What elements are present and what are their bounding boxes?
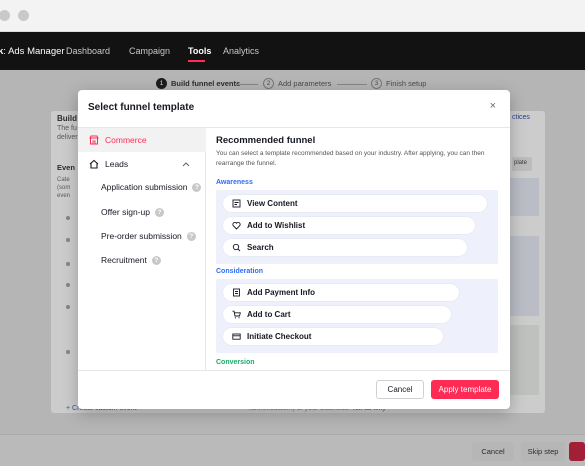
lead-item-label: Recruitment <box>101 255 147 265</box>
lead-item-pre-order-submission[interactable]: Pre-order submission ? <box>101 231 196 241</box>
event-add-to-wishlist[interactable]: Add to Wishlist <box>223 217 475 234</box>
event-add-payment-info[interactable]: Add Payment Info <box>223 284 459 301</box>
nav-tools[interactable]: Tools <box>188 46 211 56</box>
divider <box>78 370 510 371</box>
app-logo[interactable]: k: Ads Manager <box>0 46 65 57</box>
event-label: Add Payment Info <box>247 288 316 297</box>
event-label: Add to Cart <box>247 310 291 319</box>
event-view-content[interactable]: View Content <box>223 195 487 212</box>
dialog-title: Select funnel template <box>88 102 195 113</box>
stage-label-consideration: Consideration <box>216 268 264 275</box>
window-control-close[interactable] <box>0 10 10 21</box>
event-label: Search <box>247 243 274 252</box>
stage-label-awareness: Awareness <box>216 179 253 186</box>
category-commerce[interactable]: Commerce <box>78 128 206 152</box>
lead-item-recruitment[interactable]: Recruitment ? <box>101 255 161 265</box>
card-icon <box>232 332 241 341</box>
apply-template-button[interactable]: Apply template <box>431 380 499 399</box>
stage-label-conversion: Conversion <box>216 359 255 366</box>
heart-icon <box>232 221 241 230</box>
event-label: View Content <box>247 199 298 208</box>
event-label: Initiate Checkout <box>247 332 312 341</box>
select-funnel-template-dialog: Select funnel template × Commerce Leads … <box>78 90 510 409</box>
help-icon[interactable]: ? <box>192 182 202 192</box>
recommended-funnel-panel: Recommended funnel You can select a temp… <box>216 128 498 370</box>
nav-dashboard[interactable]: Dashboard <box>66 46 110 56</box>
nav-campaign[interactable]: Campaign <box>129 46 170 56</box>
event-initiate-checkout[interactable]: Initiate Checkout <box>223 328 443 345</box>
nav-active-indicator <box>188 60 205 62</box>
stage-consideration: Add Payment Info Add to Cart Initiate Ch… <box>216 279 498 353</box>
recommended-description: You can select a template recommended ba… <box>216 150 485 167</box>
chevron-up-icon[interactable] <box>182 161 190 167</box>
close-icon[interactable]: × <box>490 100 496 112</box>
category-list: Commerce Leads Application submission ? … <box>78 128 206 370</box>
event-search[interactable]: Search <box>223 239 467 256</box>
lead-item-label: Offer sign-up <box>101 207 150 217</box>
lead-item-label: Pre-order submission <box>101 231 182 241</box>
help-icon[interactable]: ? <box>154 207 164 217</box>
app-name: Ads Manager <box>8 46 65 57</box>
doc-view-icon <box>232 199 241 208</box>
payment-doc-icon <box>232 288 241 297</box>
help-icon[interactable]: ? <box>151 255 161 265</box>
help-icon[interactable]: ? <box>186 231 196 241</box>
event-label: Add to Wishlist <box>247 221 306 230</box>
cart-icon <box>232 310 241 319</box>
category-label: Leads <box>105 159 129 169</box>
lead-item-application-submission[interactable]: Application submission ? <box>101 182 202 192</box>
window-control-minimize[interactable] <box>18 10 29 21</box>
top-navigation: k: Ads Manager Dashboard Campaign Tools … <box>0 32 585 70</box>
home-icon <box>89 159 99 169</box>
category-leads[interactable]: Leads <box>78 152 206 176</box>
nav-analytics[interactable]: Analytics <box>223 46 259 56</box>
event-add-to-cart[interactable]: Add to Cart <box>223 306 451 323</box>
lead-item-label: Application submission <box>101 182 188 192</box>
cancel-button[interactable]: Cancel <box>376 380 424 399</box>
lead-item-offer-sign-up[interactable]: Offer sign-up ? <box>101 207 164 217</box>
window-titlebar <box>0 0 585 32</box>
recommended-title: Recommended funnel <box>216 135 316 146</box>
stage-awareness: View Content Add to Wishlist Search <box>216 190 498 264</box>
store-icon <box>89 135 99 145</box>
category-label: Commerce <box>105 135 147 145</box>
search-icon <box>232 243 241 252</box>
